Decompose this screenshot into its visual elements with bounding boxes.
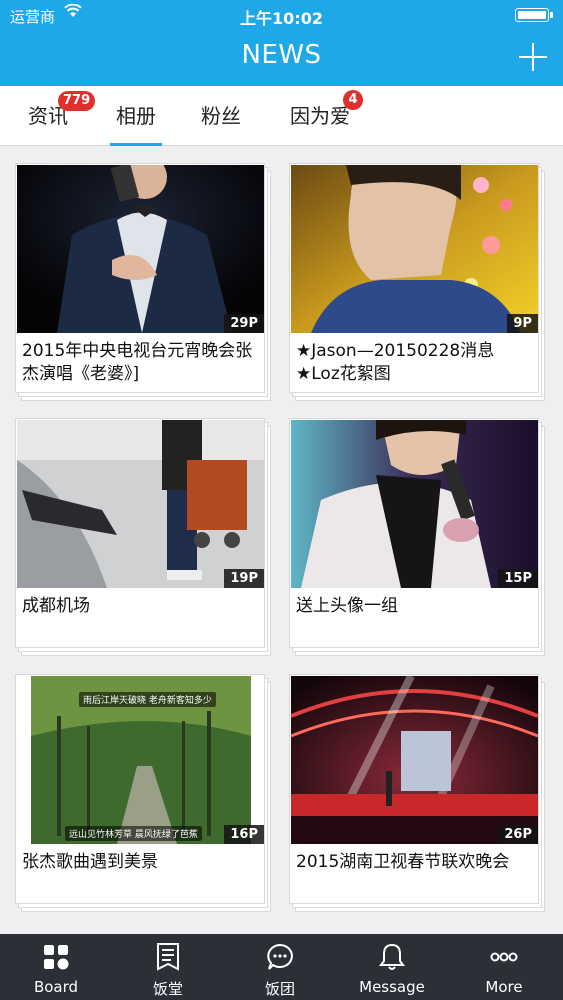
photo-text-top: 雨后江岸天破晓 老舟新客知多少 (79, 692, 216, 707)
tab-fans[interactable]: 粉丝 (201, 86, 241, 146)
tab-bar: 资讯 779 相册 粉丝 因为爱 4 (0, 86, 563, 146)
bottom-tab-label: 饭堂 (152, 980, 183, 998)
tab-label: 相册 (116, 104, 156, 128)
photo-text-bottom: 远山见竹林芳草 晨风抚绿了芭蕉 (65, 826, 202, 841)
album-caption: 2015湖南卫视春节联欢晚会 (296, 852, 510, 872)
bottom-tab-more[interactable]: More (448, 934, 560, 1000)
album-photo: 19P (17, 420, 264, 588)
tab-because-love-badge: 4 (343, 90, 363, 110)
bottom-tab-canteen[interactable]: 饭堂 (112, 934, 224, 1000)
page-title: NEWS (241, 40, 322, 70)
tab-label: 粉丝 (201, 104, 241, 128)
bottom-tab-label: Message (359, 978, 425, 996)
bell-icon (377, 942, 407, 972)
bottom-tab-label: More (485, 978, 523, 996)
tab-label: 因为爱 (290, 104, 350, 128)
album-card[interactable]: 9P ★Jason—20150228消息★Loz花絮图 (289, 163, 545, 401)
bottom-tab-label: 饭团 (264, 980, 295, 998)
album-card[interactable]: 26P 2015湖南卫视春节联欢晚会 (289, 674, 545, 912)
add-plus-icon[interactable] (519, 43, 547, 71)
bottom-tab-board[interactable]: Board (0, 934, 112, 1000)
board-icon (41, 942, 71, 972)
album-photo: 29P (17, 165, 264, 333)
photo-count: 29P (224, 314, 264, 333)
tab-because-love[interactable]: 因为爱 (290, 86, 350, 146)
album-photo: 9P (291, 165, 538, 333)
photo-count: 16P (224, 825, 264, 844)
bottom-tab-message[interactable]: Message (336, 934, 448, 1000)
album-card[interactable]: 19P 成都机场 (15, 418, 271, 656)
album-card[interactable]: 29P 2015年中央电视台元宵晚会张杰演唱《老婆》] (15, 163, 271, 401)
album-card[interactable]: 15P 送上头像一组 (289, 418, 545, 656)
bottom-tab-bar: Board 饭堂 饭团 Message More (0, 934, 563, 1000)
status-time: 上午10:02 (240, 9, 323, 28)
header: 运营商 上午10:02 NEWS (0, 0, 563, 86)
document-icon (153, 942, 183, 972)
tab-album[interactable]: 相册 (116, 86, 156, 146)
photo-count: 26P (498, 825, 538, 844)
bottom-tab-group[interactable]: 饭团 (224, 934, 336, 1000)
album-photo: 雨后江岸天破晓 老舟新客知多少 远山见竹林芳草 晨风抚绿了芭蕉 16P (17, 676, 264, 844)
status-bar: 运营商 上午10:02 (0, 0, 563, 30)
active-tab-indicator (110, 143, 162, 146)
album-caption: 成都机场 (22, 596, 90, 616)
album-photo: 26P (291, 676, 538, 844)
album-card[interactable]: 雨后江岸天破晓 老舟新客知多少 远山见竹林芳草 晨风抚绿了芭蕉 16P 张杰歌曲… (15, 674, 271, 912)
album-caption: ★Jason—20150228消息★Loz花絮图 (296, 341, 495, 384)
bottom-tab-label: Board (33, 978, 79, 996)
chat-bubble-icon (265, 942, 295, 972)
battery-icon (515, 8, 553, 22)
album-caption: 2015年中央电视台元宵晚会张杰演唱《老婆》] (22, 341, 253, 384)
photo-count: 15P (498, 569, 538, 588)
photo-count: 9P (507, 314, 538, 333)
more-icon (489, 942, 519, 972)
album-photo: 15P (291, 420, 538, 588)
photo-count: 19P (224, 569, 264, 588)
album-caption: 送上头像一组 (296, 596, 398, 616)
tab-news-badge: 779 (58, 91, 96, 111)
album-caption: 张杰歌曲遇到美景 (22, 852, 158, 872)
